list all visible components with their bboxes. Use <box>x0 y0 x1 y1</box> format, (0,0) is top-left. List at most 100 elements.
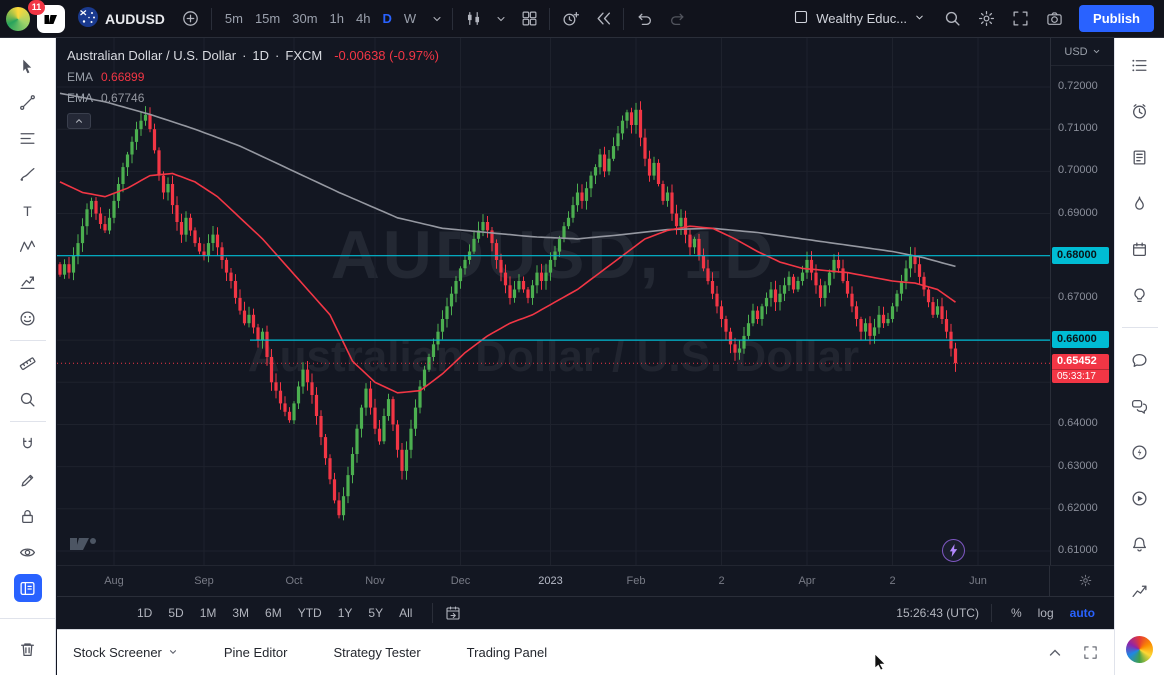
time-label: Jun <box>969 575 987 587</box>
magnet-tool-button[interactable] <box>14 430 42 458</box>
range-1y[interactable]: 1Y <box>330 602 361 624</box>
chart-plot[interactable]: AUDUSD, 1D Australian Dollar / U.S. Doll… <box>57 38 1050 565</box>
draw-icon <box>19 472 36 489</box>
ema-indicator-row[interactable]: EMA 0.66899 <box>67 70 439 84</box>
trend-line-icon <box>19 94 36 111</box>
calendar-button[interactable] <box>1126 235 1154 263</box>
timeframe-4h[interactable]: 4h <box>350 7 376 30</box>
cursor-tool-button[interactable] <box>14 52 42 80</box>
svg-text:T: T <box>23 202 32 218</box>
lock-tool-button[interactable] <box>14 502 42 530</box>
price-scale-currency[interactable]: USD <box>1051 38 1114 66</box>
layout-selector[interactable]: Wealthy Educ... <box>787 5 931 32</box>
timeframe-5m[interactable]: 5m <box>219 7 249 30</box>
chart-style-chevron-icon[interactable] <box>493 6 509 32</box>
forecast-tool-button[interactable] <box>14 268 42 296</box>
range-1m[interactable]: 1M <box>192 602 225 624</box>
time-label: Feb <box>627 575 646 587</box>
scale-settings-icon[interactable] <box>1079 574 1092 592</box>
hotlists-button[interactable] <box>1126 189 1154 217</box>
panel-collapse-chevron-icon[interactable] <box>1047 645 1063 661</box>
price-level-label: 0.66000 <box>1052 331 1109 348</box>
brush-icon <box>19 166 36 183</box>
workspace-avatar-icon[interactable] <box>6 7 30 31</box>
percent-scale-button[interactable]: % <box>1004 602 1029 624</box>
measure-tool-button[interactable] <box>14 349 42 377</box>
range-1d[interactable]: 1D <box>129 602 160 624</box>
timeframe-30m[interactable]: 30m <box>286 7 323 30</box>
settings-gear-icon[interactable] <box>973 6 999 32</box>
trash-tool-button[interactable] <box>14 635 42 663</box>
screenshot-camera-icon[interactable] <box>1041 6 1067 32</box>
lightning-icon[interactable] <box>942 539 965 562</box>
log-scale-button[interactable]: log <box>1031 602 1061 624</box>
ema-indicator-row[interactable]: EMA 0.67746 <box>67 91 439 105</box>
fib-retracement-tool-button[interactable] <box>14 124 42 152</box>
range-3m[interactable]: 3M <box>224 602 257 624</box>
currency-label: USD <box>1064 46 1087 58</box>
range-5d[interactable]: 5D <box>160 602 191 624</box>
replay-icon[interactable] <box>590 6 616 32</box>
fullscreen-icon[interactable] <box>1007 6 1033 32</box>
panel-maximize-icon[interactable] <box>1083 645 1098 660</box>
zoom-tool-button[interactable] <box>14 385 42 413</box>
timeframe-w[interactable]: W <box>398 7 422 30</box>
tradingview-logo[interactable]: 11 <box>37 5 65 33</box>
goto-date-icon[interactable] <box>432 603 461 623</box>
trend-line-tool-button[interactable] <box>14 88 42 116</box>
legend-title[interactable]: Australian Dollar / U.S. Dollar <box>67 48 236 63</box>
xabcd-pattern-tool-button[interactable] <box>14 232 42 260</box>
timeframe-1h[interactable]: 1h <box>324 7 350 30</box>
symbol-button[interactable]: AUDUSD <box>72 3 171 34</box>
timeframe-d[interactable]: D <box>376 7 397 30</box>
streams-button[interactable] <box>1126 438 1154 466</box>
tab-trading-panel[interactable]: Trading Panel <box>467 645 547 660</box>
rainbow-logo-icon[interactable] <box>1126 636 1153 663</box>
draw-tool-button[interactable] <box>14 466 42 494</box>
legend-exchange[interactable]: FXCM <box>285 48 322 63</box>
time-label: Aug <box>104 575 124 587</box>
news-button[interactable] <box>1126 143 1154 171</box>
chat-button[interactable] <box>1126 346 1154 374</box>
object-tree-button[interactable] <box>1126 576 1154 604</box>
time-scale[interactable]: AugSepOctNovDec2023Feb2Apr2Jun <box>57 565 1114 596</box>
drawing-panel-tool-button[interactable] <box>14 574 42 602</box>
legend-separator: · <box>275 48 279 63</box>
timeframe-menu-chevron-icon[interactable] <box>429 6 445 32</box>
watchlist-button[interactable] <box>1126 51 1154 79</box>
multichart-layout-icon[interactable] <box>516 6 542 32</box>
emoji-tool-button[interactable] <box>14 304 42 332</box>
range-5y[interactable]: 5Y <box>360 602 391 624</box>
auto-scale-button[interactable]: auto <box>1063 602 1102 624</box>
conversations-button[interactable] <box>1126 392 1154 420</box>
redo-icon[interactable] <box>664 6 690 32</box>
alerts-button[interactable] <box>1126 97 1154 125</box>
price-scale[interactable]: USD 0.720000.710000.700000.690000.670000… <box>1050 38 1114 565</box>
timeframe-15m[interactable]: 15m <box>249 7 286 30</box>
tab-pine-editor[interactable]: Pine Editor <box>224 645 288 660</box>
notifications-button[interactable] <box>1126 530 1154 558</box>
chat-icon <box>1131 352 1148 369</box>
tab-stock-screener[interactable]: Stock Screener <box>73 645 178 660</box>
chart-style-icon[interactable] <box>460 6 486 32</box>
compare-add-icon[interactable] <box>178 6 204 32</box>
alerts-icon <box>1131 103 1148 120</box>
education-button[interactable] <box>1126 484 1154 512</box>
range-all[interactable]: All <box>391 602 420 624</box>
legend-collapse-button[interactable] <box>67 113 91 129</box>
range-ytd[interactable]: YTD <box>290 602 330 624</box>
undo-icon[interactable] <box>631 6 657 32</box>
range-6m[interactable]: 6M <box>257 602 290 624</box>
tab-strategy-tester[interactable]: Strategy Tester <box>333 645 420 660</box>
search-icon[interactable] <box>939 6 965 32</box>
tradingview-watermark[interactable] <box>69 534 99 559</box>
legend-interval[interactable]: 1D <box>252 48 269 63</box>
ideas-button[interactable] <box>1126 281 1154 309</box>
brush-tool-button[interactable] <box>14 160 42 188</box>
alert-icon[interactable] <box>557 6 583 32</box>
hide-tool-button[interactable] <box>14 538 42 566</box>
publish-button[interactable]: Publish <box>1079 5 1154 32</box>
clock-label[interactable]: 15:26:43 (UTC) <box>896 606 979 620</box>
text-icon: T <box>19 202 36 219</box>
text-tool-button[interactable]: T <box>14 196 42 224</box>
